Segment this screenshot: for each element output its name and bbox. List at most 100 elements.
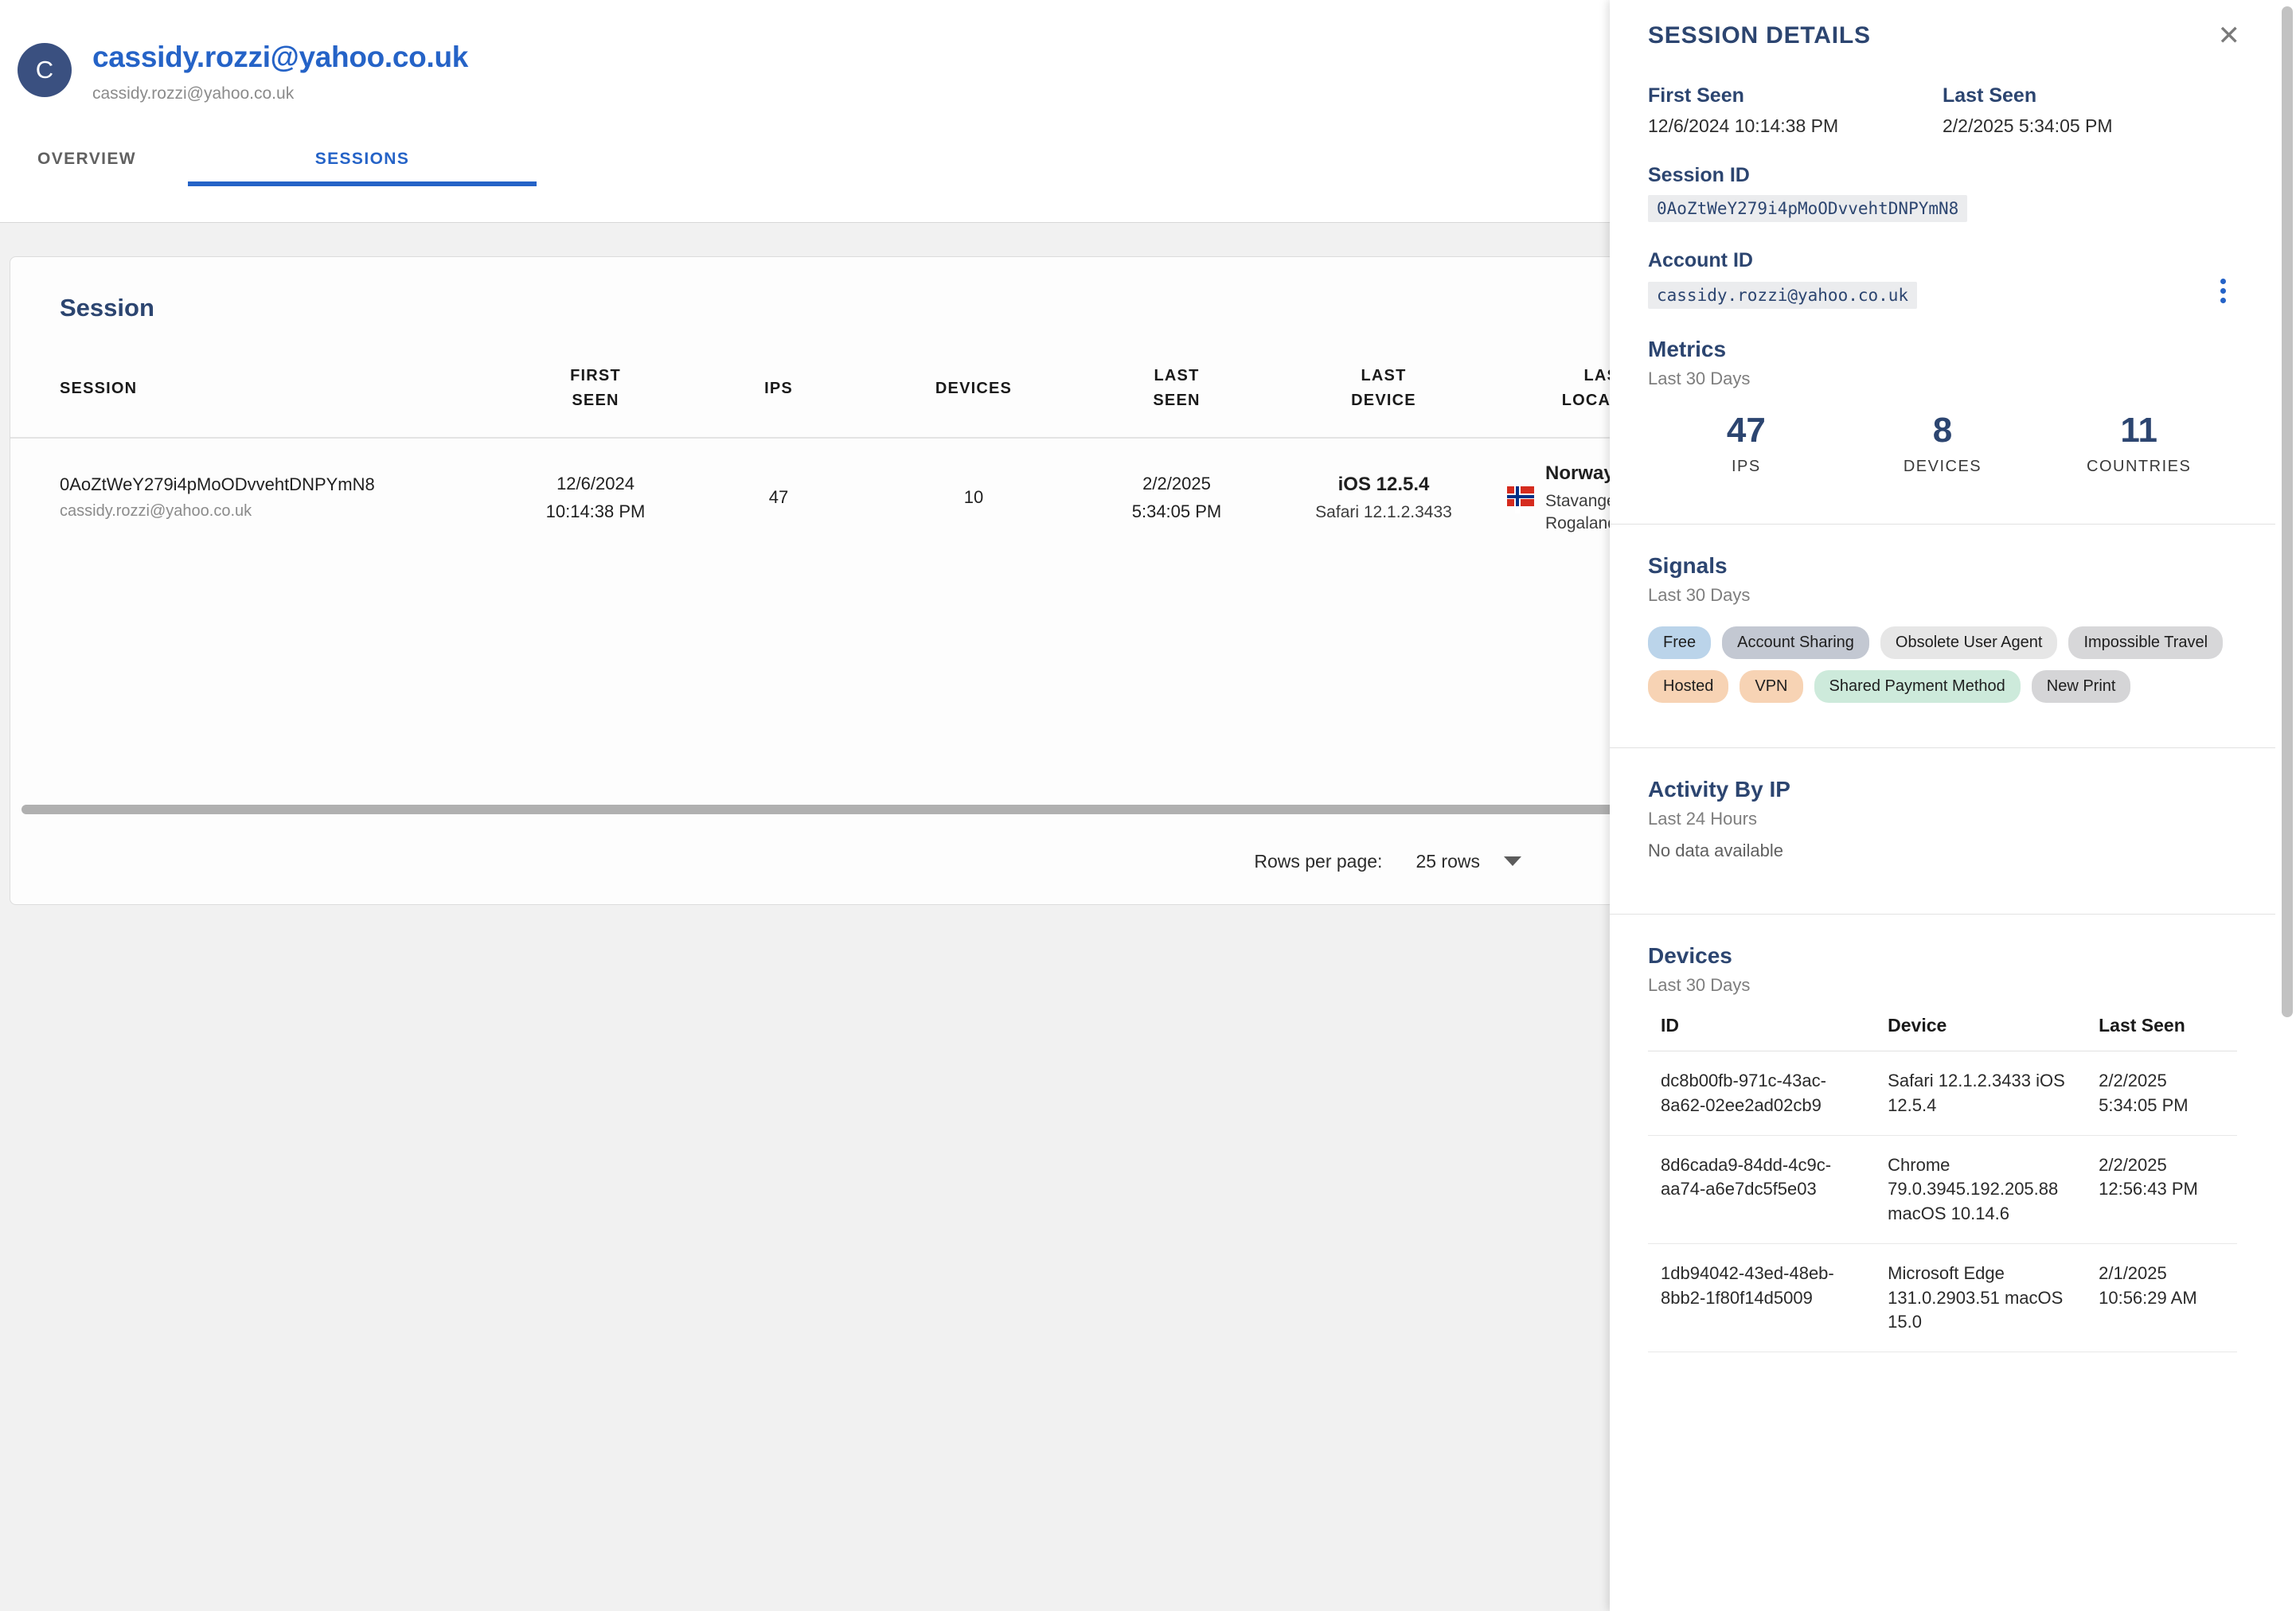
cell-last-seen: 2/2/2025 5:34:05 PM [1077,438,1276,557]
metric-devices-label: DEVICES [1903,458,1982,476]
metric-ips: 47 IPS [1648,411,1845,476]
metric-devices: 8 DEVICES [1845,411,2041,476]
device-name: Safari 12.1.2.3433 iOS 12.5.4 [1875,1051,2087,1137]
cell-session-id: 0AoZtWeY279i4pMoODvvehtDNPYmN8 [60,474,375,495]
chevron-down-icon [1504,856,1521,866]
panel-header: SESSION DETAILS ✕ [1610,0,2275,49]
rows-per-page-label: Rows per page: [1254,850,1383,872]
column-header-ips[interactable]: IPS [687,349,870,439]
sessions-table-header-row: SESSION FIRST SEEN IPS DEVICES LAST SEEN L… [10,349,1722,439]
signal-chip[interactable]: New Print [2031,670,2131,704]
cell-session-account: cassidy.rozzi@yahoo.co.uk [60,502,252,521]
cell-first-seen-date: 12/6/2024 [556,473,635,493]
metrics-subtitle: Last 30 Days [1648,369,1751,388]
table-row[interactable]: dc8b00fb-971c-43ac-8a62-02ee2ad02cb9 Saf… [1648,1051,2237,1137]
rows-per-page-select[interactable]: 25 rows [1415,851,1521,872]
metric-countries-label: COUNTRIES [2087,458,2192,476]
metric-devices-value: 8 [1932,411,1953,450]
column-header-session[interactable]: SESSION [10,349,504,439]
table-row[interactable]: 1db94042-43ed-48eb-8bb2-1f80f14d5009 Mic… [1648,1243,2237,1353]
session-details-panel: SESSION DETAILS ✕ First Seen 12/6/2024 1… [1610,0,2296,1611]
signal-chip-list: Free Account Sharing Obsolete User Agent… [1648,626,2237,724]
session-id-value[interactable]: 0AoZtWeY279i4pMoODvvehtDNPYmN8 [1648,195,1968,222]
device-id: dc8b00fb-971c-43ac-8a62-02ee2ad02cb9 [1648,1051,1876,1137]
account-id-label: Account ID [1648,249,1753,271]
device-last-seen: 2/1/2025 10:56:29 AM [2086,1243,2237,1353]
devices-section: Devices Last 30 Days ID Device Last Seen… [1610,915,2275,1353]
first-seen-label: First Seen [1648,84,1744,107]
cell-last-device-browser: Safari 12.1.2.3433 [1315,502,1452,521]
panel-title: SESSION DETAILS [1648,22,1871,49]
activity-by-ip-section: Activity By IP Last 24 Hours No data ava… [1610,748,2275,890]
devices-column-device: Device [1875,1015,2087,1052]
seen-dates-row: First Seen 12/6/2024 10:14:38 PM Last Se… [1648,84,2237,137]
column-header-last-device[interactable]: LAST DEVICE [1276,349,1491,439]
cell-last-seen-time: 5:34:05 PM [1131,501,1222,521]
profile-subtitle: cassidy.rozzi@yahoo.co.uk [92,84,295,103]
first-seen-block: First Seen 12/6/2024 10:14:38 PM [1648,84,1943,137]
signal-chip[interactable]: Obsolete User Agent [1880,626,2058,660]
signal-chip[interactable]: Hosted [1648,670,1729,704]
cell-ips: 47 [768,487,789,508]
metric-ips-value: 47 [1726,411,1766,450]
signals-subtitle: Last 30 Days [1648,585,1751,606]
sessions-table: SESSION FIRST SEEN IPS DEVICES LAST SEEN L… [10,349,1722,557]
signals-title: Signals [1648,553,1728,579]
last-seen-label: Last Seen [1943,84,2037,107]
norway-flag-icon [1507,486,1534,506]
metrics-block: Metrics Last 30 Days 47 IPS 8 DEVICES 11… [1648,337,2237,500]
device-last-seen: 2/2/2025 12:56:43 PM [2086,1135,2237,1245]
cell-devices: 10 [963,487,984,508]
column-header-devices[interactable]: DEVICES [870,349,1077,439]
cell-last-device: iOS 12.5.4 Safari 12.1.2.3433 [1276,438,1491,557]
account-id-value[interactable]: cassidy.rozzi@yahoo.co.uk [1648,281,1918,309]
devices-subtitle: Last 30 Days [1648,975,1751,996]
signal-chip[interactable]: Account Sharing [1722,626,1869,660]
table-row[interactable]: 0AoZtWeY279i4pMoODvvehtDNPYmN8 cassidy.r… [10,438,1722,557]
avatar-initial: C [35,56,54,84]
devices-table: ID Device Last Seen dc8b00fb-971c-43ac-8… [1648,1015,2237,1353]
last-seen-block: Last Seen 2/2/2025 5:34:05 PM [1943,84,2237,137]
cell-first-seen: 12/6/2024 10:14:38 PM [504,438,687,557]
avatar: C [18,43,72,97]
activity-by-ip-title: Activity By IP [1648,777,1790,802]
column-header-last-seen[interactable]: LAST SEEN [1077,349,1276,439]
metric-countries: 11 COUNTRIES [2040,411,2237,476]
last-seen-value: 2/2/2025 5:34:05 PM [1943,115,2113,136]
account-id-row: cassidy.rozzi@yahoo.co.uk [1648,272,2237,310]
metric-countries-value: 11 [2120,411,2157,450]
activity-by-ip-empty: No data available [1648,841,1784,861]
device-name: Microsoft Edge 131.0.2903.51 macOS 15.0 [1875,1243,2087,1353]
profile-text-block: cassidy.rozzi@yahoo.co.uk cassidy.rozzi@… [92,41,468,103]
cell-last-device-os: iOS 12.5.4 [1337,473,1430,495]
signal-chip[interactable]: Free [1648,626,1712,660]
signal-chip[interactable]: VPN [1740,670,1803,704]
cell-session: 0AoZtWeY279i4pMoODvvehtDNPYmN8 cassidy.r… [10,438,504,557]
device-name: Chrome 79.0.3945.192.205.88 macOS 10.14.… [1875,1135,2087,1245]
tab-sessions[interactable]: SESSIONS [188,138,537,186]
signal-chip[interactable]: Impossible Travel [2068,626,2224,660]
rows-per-page-value: 25 rows [1415,850,1480,872]
panel-summary-section: First Seen 12/6/2024 10:14:38 PM Last Se… [1610,84,2275,500]
column-header-first-seen[interactable]: FIRST SEEN [504,349,687,439]
panel-scrollbar[interactable] [2282,6,2293,1017]
page-title[interactable]: cassidy.rozzi@yahoo.co.uk [92,41,468,74]
device-last-seen: 2/2/2025 5:34:05 PM [2086,1051,2237,1137]
device-id: 8d6cada9-84dd-4c9c-aa74-a6e7dc5f5e03 [1648,1135,1876,1245]
tab-overview[interactable]: OVERVIEW [0,138,174,186]
device-id: 1db94042-43ed-48eb-8bb2-1f80f14d5009 [1648,1243,1876,1353]
close-icon[interactable]: ✕ [2218,22,2241,49]
signal-chip[interactable]: Shared Payment Method [1814,670,2021,704]
activity-by-ip-subtitle: Last 24 Hours [1648,809,1757,829]
devices-title: Devices [1648,943,1732,969]
cell-last-seen-date: 2/2/2025 [1142,473,1211,493]
table-row[interactable]: 8d6cada9-84dd-4c9c-aa74-a6e7dc5f5e03 Chr… [1648,1135,2237,1245]
cell-location-country: Norway [1545,462,1615,484]
signals-section: Signals Last 30 Days Free Account Sharin… [1610,525,2275,724]
metric-ips-label: IPS [1731,458,1761,476]
session-id-label: Session ID [1648,164,1750,186]
cell-first-seen-time: 10:14:38 PM [545,501,646,521]
metrics-title: Metrics [1648,337,1727,361]
more-options-icon[interactable] [2209,272,2237,310]
metrics-list: 47 IPS 8 DEVICES 11 COUNTRIES [1648,411,2237,500]
